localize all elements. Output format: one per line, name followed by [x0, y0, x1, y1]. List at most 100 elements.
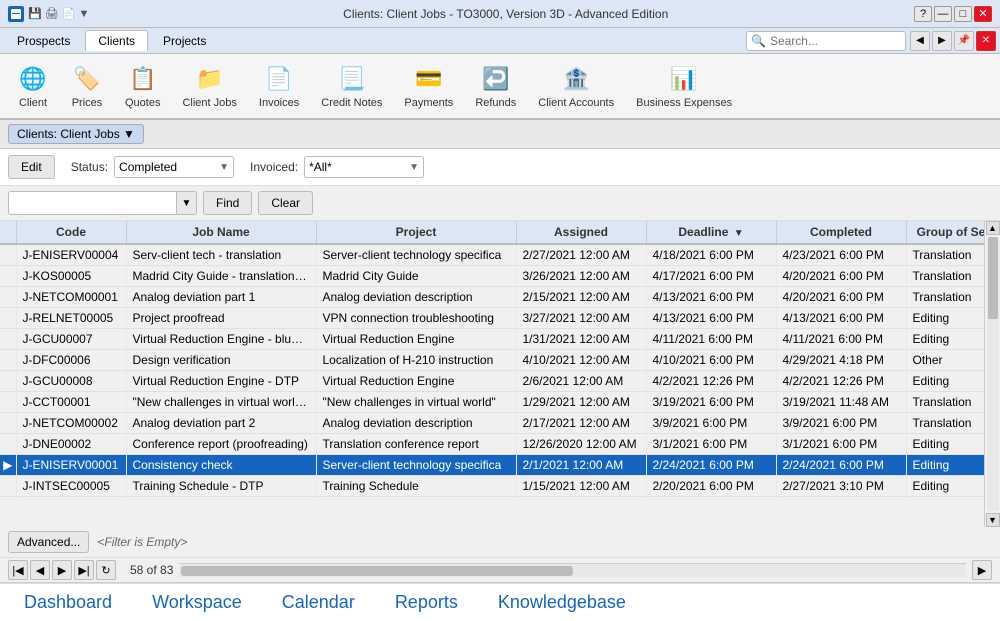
- row-group: Editing: [906, 308, 984, 329]
- table-row[interactable]: J-INTSEC00005Training Schedule - DTPTrai…: [0, 476, 984, 497]
- maximize-btn[interactable]: □: [954, 6, 972, 22]
- row-deadline: 3/1/2021 6:00 PM: [646, 434, 776, 455]
- row-group: Editing: [906, 455, 984, 476]
- status-select[interactable]: Completed ▼: [114, 156, 234, 178]
- row-completed: 3/9/2021 6:00 PM: [776, 413, 906, 434]
- col-header-group[interactable]: Group of Se: [906, 221, 984, 244]
- table-row[interactable]: J-DNE00002Conference report (proofreadin…: [0, 434, 984, 455]
- col-header-deadline[interactable]: Deadline ▼: [646, 221, 776, 244]
- row-code: J-KOS00005: [16, 266, 126, 287]
- tab-prospects[interactable]: Prospects: [4, 30, 83, 51]
- tab-clients[interactable]: Clients: [85, 30, 148, 51]
- col-header-project[interactable]: Project: [316, 221, 516, 244]
- row-assigned: 3/27/2021 12:00 AM: [516, 308, 646, 329]
- table-row[interactable]: J-ENISERV00004Serv-client tech - transla…: [0, 244, 984, 266]
- col-header-code[interactable]: Code: [16, 221, 126, 244]
- clear-button[interactable]: Clear: [258, 191, 313, 215]
- pin-btn[interactable]: 📌: [954, 31, 974, 51]
- toolbar-quotes-label: Quotes: [125, 97, 160, 109]
- col-header-jobname[interactable]: Job Name: [126, 221, 316, 244]
- h-scroll-right-btn[interactable]: ▶: [972, 560, 992, 580]
- row-assigned: 1/15/2021 12:00 AM: [516, 476, 646, 497]
- row-project: Analog deviation description: [316, 287, 516, 308]
- col-header-assigned[interactable]: Assigned: [516, 221, 646, 244]
- table-row[interactable]: J-DFC00006Design verificationLocalizatio…: [0, 350, 984, 371]
- table-row[interactable]: J-GCU00008Virtual Reduction Engine - DTP…: [0, 371, 984, 392]
- vertical-scrollbar[interactable]: ▲ ▼: [984, 221, 1000, 527]
- toolbar-creditnotes-btn[interactable]: 📃 Credit Notes: [312, 58, 391, 114]
- nav-reports[interactable]: Reports: [395, 592, 458, 613]
- table-row[interactable]: J-NETCOM00002Analog deviation part 2Anal…: [0, 413, 984, 434]
- table-scroll[interactable]: Code Job Name Project Assigned Deadline …: [0, 221, 984, 527]
- search-box[interactable]: 🔍: [746, 31, 906, 51]
- row-project: "New challenges in virtual world": [316, 392, 516, 413]
- search-filter-input[interactable]: [9, 194, 176, 212]
- toolbar-payments-btn[interactable]: 💳 Payments: [395, 58, 462, 114]
- toolbar-clientjobs-btn[interactable]: 📁 Client Jobs: [173, 58, 245, 114]
- filter-status-label: <Filter is Empty>: [97, 535, 187, 549]
- minimize-btn[interactable]: —: [934, 6, 952, 22]
- toolbar-payments-label: Payments: [404, 97, 453, 109]
- toolbar-clientjobs-label: Client Jobs: [182, 97, 236, 109]
- h-scroll-thumb[interactable]: [181, 566, 572, 576]
- nav-dashboard[interactable]: Dashboard: [24, 592, 112, 613]
- row-marker: [0, 413, 16, 434]
- row-code: J-NETCOM00001: [16, 287, 126, 308]
- col-header-completed[interactable]: Completed: [776, 221, 906, 244]
- toolbar-clientaccounts-btn[interactable]: 🏦 Client Accounts: [529, 58, 623, 114]
- table-row[interactable]: J-NETCOM00001Analog deviation part 1Anal…: [0, 287, 984, 308]
- row-marker: [0, 308, 16, 329]
- row-group: Translation: [906, 244, 984, 266]
- scroll-up-btn[interactable]: ▲: [986, 221, 1000, 235]
- table-row[interactable]: J-GCU00007Virtual Reduction Engine - blu…: [0, 329, 984, 350]
- toolbar: 🌐 Client 🏷️ Prices 📋 Quotes 📁 Client Job…: [0, 54, 1000, 120]
- toolbar-businessexpenses-btn[interactable]: 📊 Business Expenses: [627, 58, 741, 114]
- horizontal-scrollbar[interactable]: [179, 563, 966, 577]
- nav-knowledgebase[interactable]: Knowledgebase: [498, 592, 626, 613]
- toolbar-quotes-btn[interactable]: 📋 Quotes: [116, 58, 169, 114]
- find-button[interactable]: Find: [203, 191, 252, 215]
- pag-next-btn[interactable]: ▶|: [74, 560, 94, 580]
- pag-first-btn[interactable]: |◀: [8, 560, 28, 580]
- toolbar-refunds-btn[interactable]: ↩️ Refunds: [466, 58, 525, 114]
- pag-prev2-btn[interactable]: ▶: [52, 560, 72, 580]
- window-controls[interactable]: ? — □ ✕: [914, 6, 992, 22]
- row-marker: [0, 392, 16, 413]
- advanced-button[interactable]: Advanced...: [8, 531, 89, 553]
- search-input[interactable]: [770, 34, 870, 48]
- toolbar-client-btn[interactable]: 🌐 Client: [8, 58, 58, 114]
- edit-button[interactable]: Edit: [8, 155, 55, 179]
- row-group: Editing: [906, 329, 984, 350]
- table-row[interactable]: J-RELNET00005Project proofreadVPN connec…: [0, 308, 984, 329]
- pag-prev-btn[interactable]: ◀: [30, 560, 50, 580]
- col-header-marker[interactable]: [0, 221, 16, 244]
- tab-projects[interactable]: Projects: [150, 30, 219, 51]
- row-deadline: 2/20/2021 6:00 PM: [646, 476, 776, 497]
- table-row[interactable]: J-CCT00001"New challenges in virtual wor…: [0, 392, 984, 413]
- invoiced-select[interactable]: *All* ▼: [304, 156, 424, 178]
- row-completed: 4/2/2021 12:26 PM: [776, 371, 906, 392]
- row-marker: [0, 371, 16, 392]
- toolbar-prices-btn[interactable]: 🏷️ Prices: [62, 58, 112, 114]
- back-btn[interactable]: ◀: [910, 31, 930, 51]
- table-body: J-ENISERV00004Serv-client tech - transla…: [0, 244, 984, 497]
- scroll-down-btn[interactable]: ▼: [986, 513, 1000, 527]
- table-row[interactable]: J-KOS00005Madrid City Guide - translatio…: [0, 266, 984, 287]
- toolbar-client-label: Client: [19, 97, 47, 109]
- search-filter-dropdown-btn[interactable]: ▼: [176, 192, 196, 214]
- row-marker: [0, 434, 16, 455]
- scroll-thumb[interactable]: [988, 237, 998, 319]
- businessexpenses-icon: 📊: [668, 63, 700, 95]
- close-btn[interactable]: ✕: [974, 6, 992, 22]
- search-icon: 🔍: [751, 34, 766, 48]
- nav-calendar[interactable]: Calendar: [282, 592, 355, 613]
- table-row[interactable]: ▶J-ENISERV00001Consistency checkServer-c…: [0, 455, 984, 476]
- exit-btn[interactable]: ✕: [976, 31, 996, 51]
- help-btn[interactable]: ?: [914, 6, 932, 22]
- pag-last-btn[interactable]: ↻: [96, 560, 116, 580]
- toolbar-invoices-btn[interactable]: 📄 Invoices: [250, 58, 308, 114]
- nav-workspace[interactable]: Workspace: [152, 592, 242, 613]
- breadcrumb[interactable]: Clients: Client Jobs ▼: [8, 124, 144, 144]
- forward-btn[interactable]: ▶: [932, 31, 952, 51]
- invoiced-filter-group: Invoiced: *All* ▼: [250, 156, 424, 178]
